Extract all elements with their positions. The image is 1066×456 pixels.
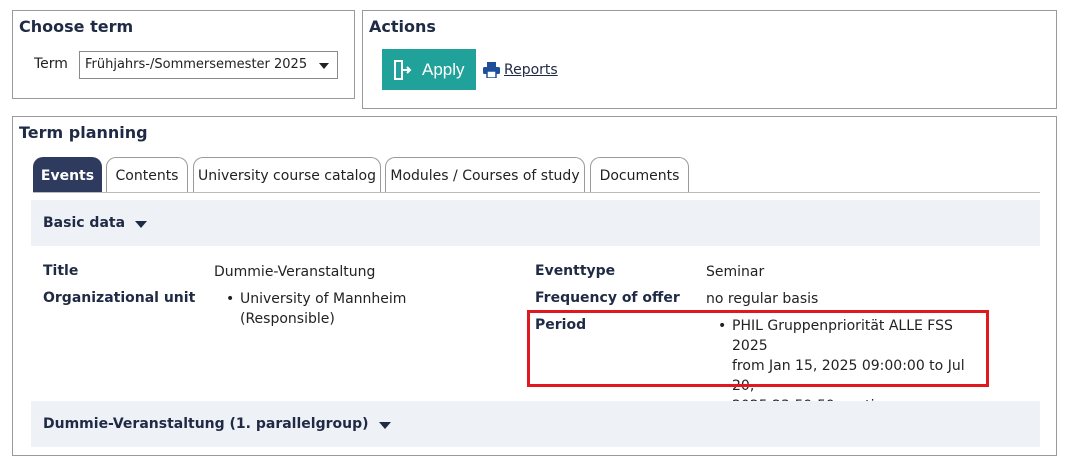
title-value: Dummie-Veranstaltung: [214, 264, 376, 280]
basic-data-toggle[interactable]: Basic data: [31, 200, 1040, 246]
org-unit-value: University of Mannheim (Responsible): [226, 289, 486, 329]
printer-icon: [483, 62, 500, 78]
tab-label: University course catalog: [197, 167, 376, 184]
term-planning-title: Term planning: [19, 123, 148, 142]
frequency-label: Frequency of offer: [535, 290, 680, 306]
choose-term-title: Choose term: [19, 17, 134, 36]
door-enter-icon: [394, 59, 412, 80]
period-highlight-box: [527, 310, 989, 387]
term-select[interactable]: Frühjahrs-/Sommersemester 2025: [79, 51, 338, 79]
apply-label: Apply: [422, 59, 465, 79]
tab-label: Events: [40, 167, 95, 184]
basic-data-label: Basic data: [43, 215, 126, 231]
choose-term-panel: Choose term Term Frühjahrs-/Sommersemest…: [12, 10, 355, 99]
parallel-group-label: Dummie-Veranstaltung (1. parallelgroup): [43, 416, 369, 432]
term-select-value: Frühjahrs-/Sommersemester 2025: [85, 57, 308, 72]
eventtype-value: Seminar: [706, 264, 765, 280]
apply-button[interactable]: Apply: [382, 49, 476, 90]
term-label: Term: [34, 56, 68, 72]
actions-panel: Actions Apply Reports: [362, 10, 1057, 109]
org-unit-label: Organizational unit: [43, 290, 196, 306]
tab-label: Documents: [599, 167, 680, 184]
tab-label: Contents: [115, 167, 179, 184]
chevron-down-icon: [135, 221, 148, 228]
tab-contents[interactable]: Contents: [106, 157, 188, 193]
chevron-down-icon: [378, 422, 391, 429]
frequency-value: no regular basis: [706, 291, 819, 307]
tab-documents[interactable]: Documents: [590, 157, 689, 193]
tab-underline: [33, 192, 1040, 193]
eventtype-label: Eventtype: [535, 263, 616, 279]
reports-link[interactable]: Reports: [483, 62, 558, 78]
tab-events[interactable]: Events: [33, 157, 102, 193]
actions-title: Actions: [369, 17, 436, 36]
chevron-down-icon: [319, 63, 329, 69]
org-unit-line2: (Responsible): [240, 311, 335, 327]
title-label: Title: [43, 263, 79, 279]
tab-modules-courses[interactable]: Modules / Courses of study: [385, 157, 585, 193]
org-unit-line1: University of Mannheim: [240, 291, 407, 307]
tab-university-course-catalog[interactable]: University course catalog: [193, 157, 381, 193]
term-planning-panel: Term planning Events Contents University…: [12, 116, 1057, 456]
parallel-group-toggle[interactable]: Dummie-Veranstaltung (1. parallelgroup): [31, 401, 1040, 447]
reports-label: Reports: [504, 62, 558, 78]
tab-label: Modules / Courses of study: [390, 167, 580, 184]
